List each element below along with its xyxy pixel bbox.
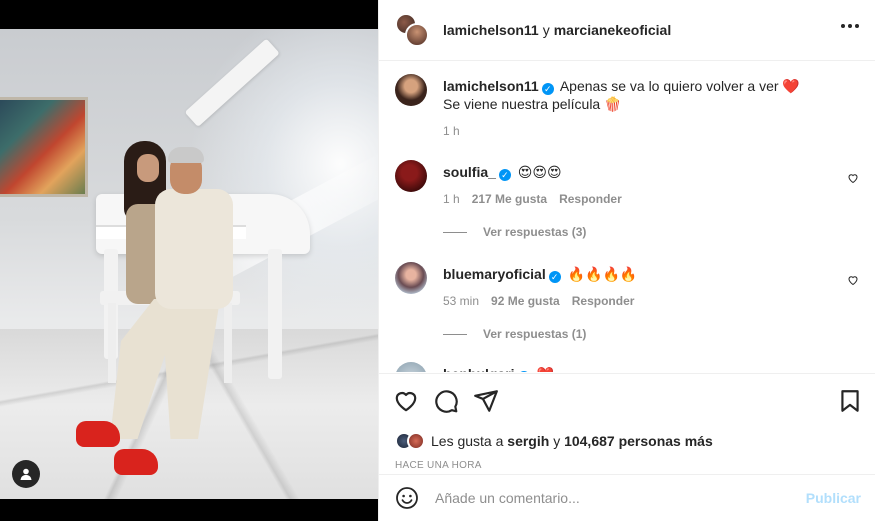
view-replies-button[interactable]: Ver respuestas (1): [443, 327, 859, 341]
likes-summary: Les gusta a sergih y 104,687 personas má…: [379, 428, 875, 454]
timestamp[interactable]: 1 h: [443, 190, 460, 208]
likes-count[interactable]: 92 Me gusta: [491, 292, 560, 310]
avatar[interactable]: [395, 362, 427, 372]
red-sneaker: [114, 449, 158, 475]
comment: bluemaryoficial ✓ 🔥🔥🔥🔥 53 min 92 Me gusta…: [395, 262, 859, 310]
verified-badge-icon: ✓: [541, 83, 554, 95]
comment-text: ❤️: [536, 366, 553, 372]
verified-badge-icon: ✓: [498, 169, 511, 181]
comments-list[interactable]: lamichelson11 ✓ Apenas se va lo quiero vo…: [379, 62, 875, 372]
verified-badge-icon: ✓: [548, 271, 561, 283]
timestamp[interactable]: 53 min: [443, 292, 479, 310]
avatar[interactable]: [395, 262, 427, 294]
comment-input[interactable]: [435, 490, 796, 506]
bookmark-save-icon[interactable]: [837, 388, 863, 414]
reply-button[interactable]: Responder: [559, 190, 622, 208]
post-header: lamichelson11 y marcianekeoficial: [379, 0, 875, 61]
publish-button[interactable]: Publicar: [806, 490, 861, 506]
comment: soulfia_ ✓ 😍😍😍 1 h 217 Me gusta Responder: [395, 160, 859, 208]
comment-text: 🔥🔥🔥🔥: [567, 266, 638, 282]
post-authors: lamichelson11 y marcianekeoficial: [443, 22, 672, 38]
username-link[interactable]: benbulgari: [443, 366, 515, 372]
like-heart-icon[interactable]: [393, 388, 419, 414]
avatar: [405, 23, 429, 47]
comment-bubble-icon[interactable]: [433, 388, 459, 414]
ellipsis-icon[interactable]: [841, 24, 859, 28]
share-send-icon[interactable]: [473, 388, 499, 414]
post-side-panel: lamichelson11 y marcianekeoficial lamichel…: [378, 0, 875, 521]
author-link[interactable]: marcianekeoficial: [554, 22, 672, 38]
post-modal: lamichelson11 y marcianekeoficial lamichel…: [0, 0, 875, 521]
post-footer: Les gusta a sergih y 104,687 personas má…: [379, 373, 875, 471]
likes-count[interactable]: 217 Me gusta: [472, 190, 547, 208]
collab-avatars[interactable]: [395, 13, 429, 47]
post-timestamp[interactable]: Hace una hora: [379, 454, 875, 471]
man-figure: [155, 189, 233, 309]
others-likes-link[interactable]: 104,687 personas más: [564, 433, 713, 449]
view-replies-button[interactable]: Ver respuestas (3): [443, 225, 859, 239]
post-media[interactable]: [0, 0, 378, 521]
caption: lamichelson11 ✓ Apenas se va lo quiero vo…: [395, 74, 859, 140]
avatar[interactable]: [407, 432, 425, 450]
timestamp[interactable]: 1 h: [443, 122, 460, 140]
username-link[interactable]: bluemaryoficial: [443, 266, 546, 282]
caption-text: Apenas se va lo quiero volver a ver ❤️: [559, 78, 800, 94]
caption-text: Se viene nuestra película 🍿: [443, 96, 622, 112]
red-sneaker: [76, 421, 120, 447]
add-comment-bar: Publicar: [379, 474, 875, 521]
author-link[interactable]: lamichelson11: [443, 22, 539, 38]
action-bar: [379, 374, 875, 428]
post-photo: [0, 29, 378, 499]
verified-badge-icon: ✓: [517, 371, 530, 372]
liker-username-link[interactable]: sergih: [507, 433, 549, 449]
avatar[interactable]: [395, 74, 427, 106]
wall-painting: [0, 97, 88, 197]
comment: benbulgari✓ ❤️: [395, 362, 859, 372]
avatar[interactable]: [395, 160, 427, 192]
emoji-icon[interactable]: [395, 486, 419, 510]
reply-button[interactable]: Responder: [572, 292, 635, 310]
like-comment-heart-icon[interactable]: [847, 172, 859, 184]
tagged-people-icon[interactable]: [12, 460, 40, 488]
username-link[interactable]: lamichelson11: [443, 78, 539, 94]
username-link[interactable]: soulfia_: [443, 164, 496, 180]
comment-text: 😍😍😍: [517, 164, 562, 180]
like-comment-heart-icon[interactable]: [847, 274, 859, 286]
